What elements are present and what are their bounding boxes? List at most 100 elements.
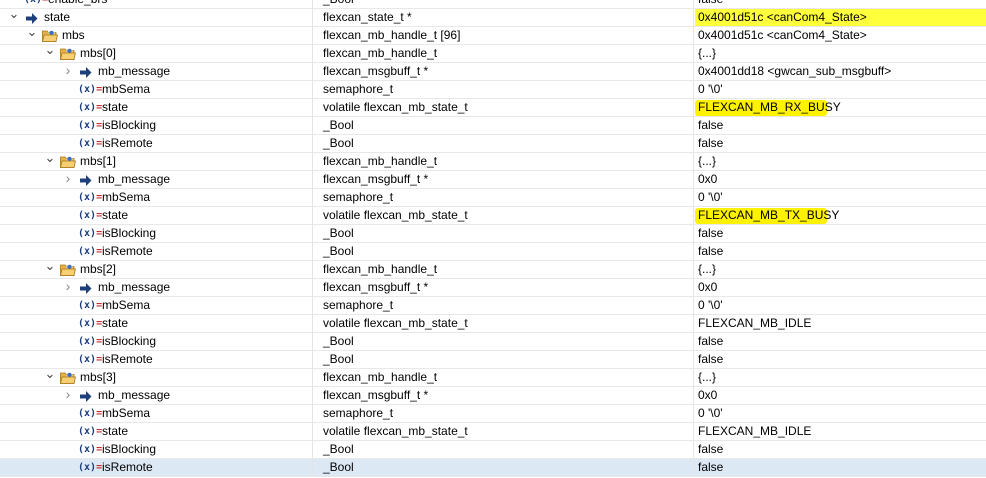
variable-icon: (x)= <box>78 138 103 149</box>
variable-value[interactable]: 0x0 <box>698 279 717 296</box>
value-cell[interactable]: FLEXCAN_MB_IDLE <box>695 315 986 332</box>
tree-row[interactable]: › mb_message flexcan_msgbuff_t * 0x0 <box>0 279 986 297</box>
value-cell[interactable]: false <box>695 243 986 260</box>
value-cell[interactable]: {...} <box>695 261 986 278</box>
tree-row[interactable]: ⌄ mbs[1] flexcan_mb_handle_t {...} <box>0 153 986 171</box>
value-cell[interactable]: 0x0 <box>695 279 986 296</box>
variable-value[interactable]: false <box>698 441 723 458</box>
variable-value[interactable]: false <box>698 135 723 152</box>
chevron-right-icon[interactable]: › <box>62 171 74 187</box>
chevron-down-icon[interactable]: ⌄ <box>44 261 56 274</box>
name-cell: (x)= isBlocking <box>0 225 313 242</box>
value-cell[interactable]: false <box>695 459 986 476</box>
value-cell[interactable]: false <box>695 0 986 8</box>
variable-value[interactable]: {...} <box>698 45 716 62</box>
tree-row[interactable]: (x)= isRemote _Bool false <box>0 459 986 477</box>
variable-value[interactable]: 0 '\0' <box>698 189 723 206</box>
variable-value[interactable]: FLEXCAN_MB_TX_BUSY <box>698 207 839 224</box>
tree-row[interactable]: (x)= mbSema semaphore_t 0 '\0' <box>0 297 986 315</box>
chevron-down-icon[interactable]: ⌄ <box>26 27 38 40</box>
variable-value[interactable]: false <box>698 225 723 242</box>
variable-value[interactable]: false <box>698 459 723 476</box>
value-cell[interactable]: 0 '\0' <box>695 405 986 422</box>
variable-value[interactable]: {...} <box>698 153 716 170</box>
value-cell[interactable]: {...} <box>695 153 986 170</box>
variable-value[interactable]: false <box>698 117 723 134</box>
variable-value[interactable]: 0x0 <box>698 171 717 188</box>
value-cell[interactable]: 0x0 <box>695 387 986 404</box>
variable-type: flexcan_mb_handle_t <box>323 154 438 168</box>
value-cell[interactable]: false <box>695 117 986 134</box>
variable-value[interactable]: 0 '\0' <box>698 297 723 314</box>
tree-row[interactable]: (x)= isBlocking _Bool false <box>0 441 986 459</box>
tree-row[interactable]: (x)= mbSema semaphore_t 0 '\0' <box>0 189 986 207</box>
tree-row[interactable]: (x)= mbSema semaphore_t 0 '\0' <box>0 405 986 423</box>
chevron-right-icon[interactable]: › <box>62 279 74 295</box>
tree-row[interactable]: (x)= mbSema semaphore_t 0 '\0' <box>0 81 986 99</box>
name-cell: › mb_message <box>0 63 313 80</box>
tree-row[interactable]: ⌄ mbs flexcan_mb_handle_t [96] 0x4001d51c <… <box>0 27 986 45</box>
tree-row[interactable]: (x)= isBlocking _Bool false <box>0 225 986 243</box>
variable-value[interactable]: false <box>698 351 723 368</box>
variable-value[interactable]: 0 '\0' <box>698 81 723 98</box>
variable-value[interactable]: 0x4001d51c <canCom4_State> <box>698 9 867 26</box>
value-cell[interactable]: false <box>695 441 986 458</box>
value-cell[interactable]: false <box>695 225 986 242</box>
value-cell[interactable]: 0x4001d51c <canCom4_State> <box>695 9 986 26</box>
value-cell[interactable]: 0x4001d51c <canCom4_State> <box>695 27 986 44</box>
value-cell[interactable]: {...} <box>695 369 986 386</box>
chevron-right-icon[interactable]: › <box>62 63 74 79</box>
tree-row[interactable]: (x)= state volatile flexcan_mb_state_t FLEX… <box>0 99 986 117</box>
tree-row[interactable]: (x)= state volatile flexcan_mb_state_t FLEX… <box>0 423 986 441</box>
variable-value[interactable]: FLEXCAN_MB_IDLE <box>698 315 811 332</box>
variable-value[interactable]: false <box>698 243 723 260</box>
tree-row[interactable]: ⌄ mbs[2] flexcan_mb_handle_t {...} <box>0 261 986 279</box>
variable-value[interactable]: 0x4001d51c <canCom4_State> <box>698 27 867 44</box>
value-cell[interactable]: 0x4001dd18 <gwcan_sub_msgbuff> <box>695 63 986 80</box>
variable-value[interactable]: {...} <box>698 369 716 386</box>
value-cell[interactable]: false <box>695 333 986 350</box>
tree-row[interactable]: (x)= isRemote _Bool false <box>0 351 986 369</box>
variable-value[interactable]: FLEXCAN_MB_IDLE <box>698 423 811 440</box>
value-cell[interactable]: 0 '\0' <box>695 81 986 98</box>
variables-tree[interactable]: (x)=enable_brs_Boolfalse⌄stateflexcan_st… <box>0 0 986 478</box>
tree-row[interactable]: (x)=enable_brs _Bool false <box>0 0 986 9</box>
chevron-down-icon[interactable]: ⌄ <box>44 153 56 166</box>
tree-row[interactable]: ⌄ mbs[0] flexcan_mb_handle_t {...} <box>0 45 986 63</box>
variable-value[interactable]: 0 '\0' <box>698 405 723 422</box>
value-cell[interactable]: FLEXCAN_MB_RX_BUSY <box>695 99 986 116</box>
variable-value[interactable]: false <box>698 0 723 8</box>
name-cell: ⌄ mbs[3] <box>0 369 313 386</box>
chevron-down-icon[interactable]: ⌄ <box>8 9 20 22</box>
pointer-arrow-icon <box>80 282 92 294</box>
type-cell: flexcan_msgbuff_t * <box>314 279 694 296</box>
value-cell[interactable]: FLEXCAN_MB_TX_BUSY <box>695 207 986 224</box>
value-cell[interactable]: 0 '\0' <box>695 297 986 314</box>
tree-row[interactable]: (x)= state volatile flexcan_mb_state_t FLEX… <box>0 315 986 333</box>
chevron-down-icon[interactable]: ⌄ <box>44 369 56 382</box>
value-cell[interactable]: FLEXCAN_MB_IDLE <box>695 423 986 440</box>
variable-value[interactable]: FLEXCAN_MB_RX_BUSY <box>698 99 841 116</box>
variable-value[interactable]: false <box>698 333 723 350</box>
tree-row[interactable]: ⌄ mbs[3] flexcan_mb_handle_t {...} <box>0 369 986 387</box>
chevron-down-icon[interactable]: ⌄ <box>44 45 56 58</box>
variable-value[interactable]: 0x0 <box>698 387 717 404</box>
struct-icon <box>59 47 77 60</box>
value-cell[interactable]: false <box>695 351 986 368</box>
tree-row[interactable]: › mb_message flexcan_msgbuff_t * 0x0 <box>0 171 986 189</box>
value-cell[interactable]: {...} <box>695 45 986 62</box>
tree-row[interactable]: (x)= isRemote _Bool false <box>0 243 986 261</box>
tree-row[interactable]: › mb_message flexcan_msgbuff_t * 0x4001dd18… <box>0 63 986 81</box>
tree-row[interactable]: ⌄ state flexcan_state_t * 0x4001d51c <canCo… <box>0 9 986 27</box>
variable-value[interactable]: 0x4001dd18 <gwcan_sub_msgbuff> <box>698 63 891 80</box>
tree-row[interactable]: › mb_message flexcan_msgbuff_t * 0x0 <box>0 387 986 405</box>
variable-value[interactable]: {...} <box>698 261 716 278</box>
value-cell[interactable]: 0 '\0' <box>695 189 986 206</box>
value-cell[interactable]: false <box>695 135 986 152</box>
tree-row[interactable]: (x)= isRemote _Bool false <box>0 135 986 153</box>
tree-row[interactable]: (x)= isBlocking _Bool false <box>0 117 986 135</box>
value-cell[interactable]: 0x0 <box>695 171 986 188</box>
chevron-right-icon[interactable]: › <box>62 387 74 403</box>
tree-row[interactable]: (x)= state volatile flexcan_mb_state_t FLEX… <box>0 207 986 225</box>
tree-row[interactable]: (x)= isBlocking _Bool false <box>0 333 986 351</box>
